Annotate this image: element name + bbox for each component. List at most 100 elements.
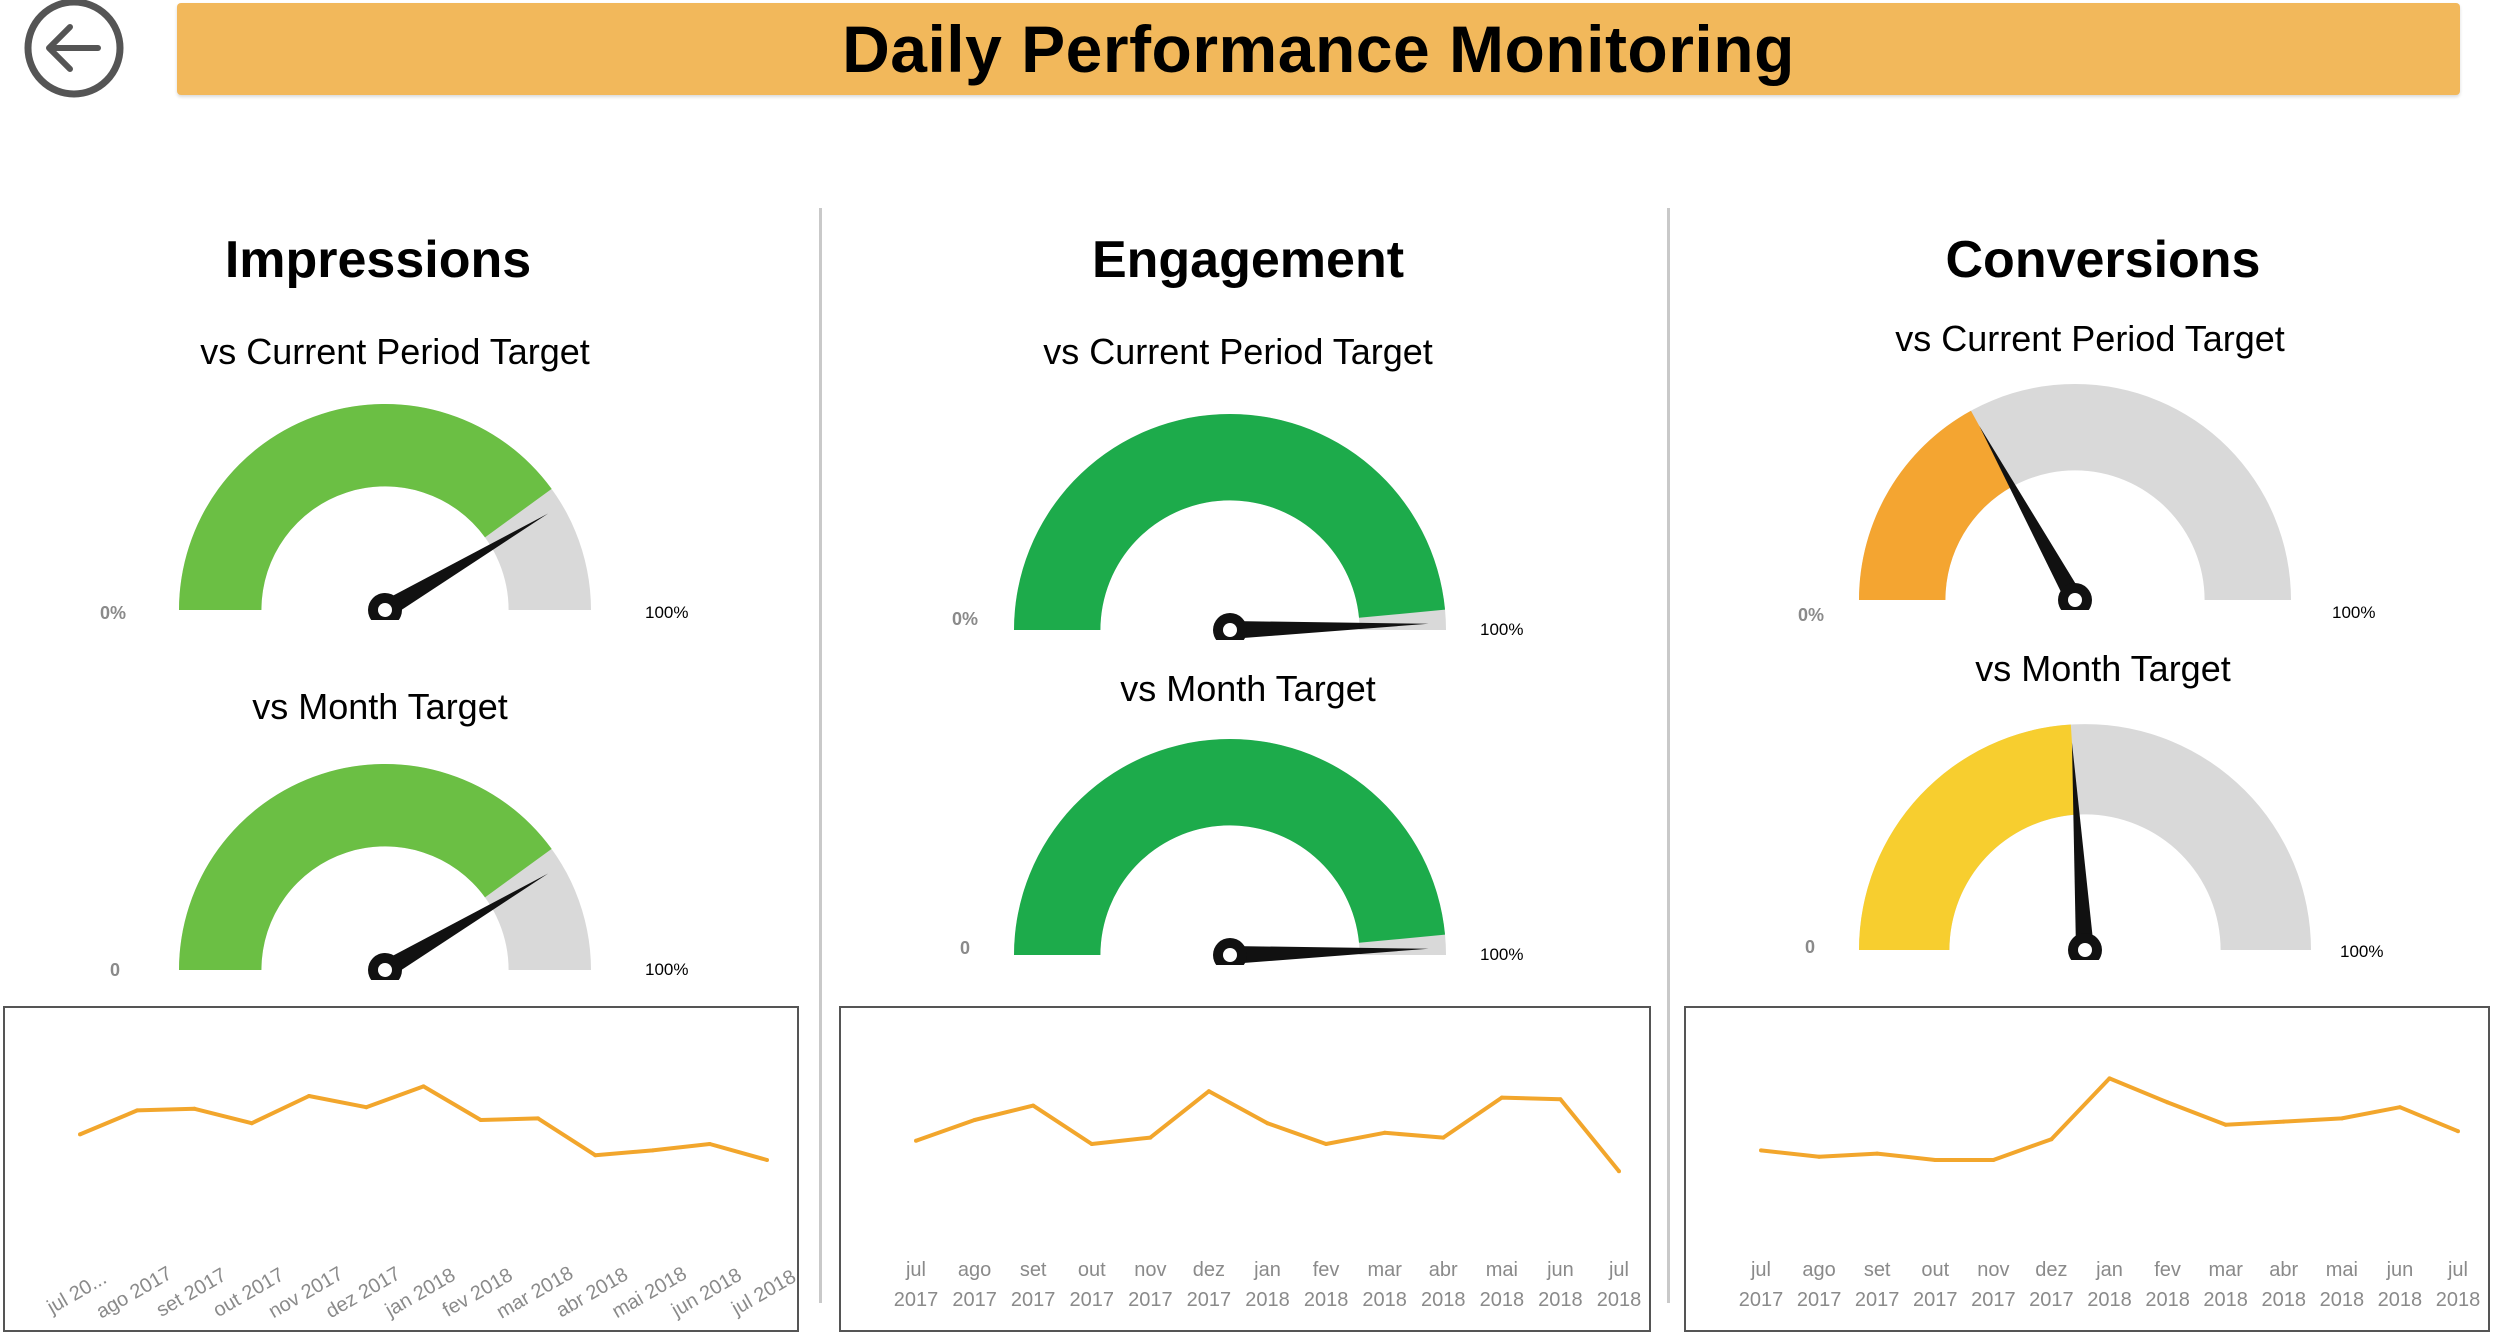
impressions-trend-chart: jul 20... ago 2017 set 2017 out 2017 nov 201… <box>3 1006 800 1332</box>
x-tick-month: dez <box>2035 1259 2067 1281</box>
conversions-current-gauge <box>1859 384 2291 610</box>
trend-point <box>1031 1103 1036 1108</box>
trend-point <box>707 1142 712 1146</box>
gauge-hub-center <box>2078 943 2092 957</box>
x-tick-month: mai <box>2326 1259 2358 1281</box>
gauge-hub-center <box>1223 948 1237 962</box>
engagement-trend-chart: jul 2017 ago 2017 set 2017 out 2017 nov 2017 dez 20… <box>839 1006 1651 1332</box>
trend-point <box>249 1121 254 1126</box>
x-tick-month: out <box>1921 1259 1949 1281</box>
current-target-label: vs Current Period Target <box>200 331 590 372</box>
x-tick-month: set <box>1864 1259 1891 1281</box>
trend-point <box>650 1148 655 1153</box>
x-tick-year: 2017 <box>1855 1289 1900 1311</box>
x-tick-year: 2017 <box>894 1289 939 1311</box>
x-tick-year: 2017 <box>1797 1289 1842 1311</box>
gauge-value-arc <box>179 764 552 970</box>
column-divider <box>1667 208 1670 1303</box>
x-tick-month: jul <box>1608 1259 1629 1281</box>
trend-point <box>135 1108 140 1113</box>
trend-point <box>1148 1135 1153 1140</box>
gauge-min-label: 0 <box>110 960 121 980</box>
x-tick-month: jun <box>2386 1259 2414 1281</box>
x-tick-year: 2017 <box>1187 1289 1232 1311</box>
trend-point <box>1441 1135 1446 1140</box>
trend-point <box>1875 1151 1880 1156</box>
trend-point <box>1499 1095 1504 1100</box>
x-tick-month: jul <box>1750 1259 1771 1281</box>
x-tick-month: dez <box>1193 1259 1225 1281</box>
conversions-trend-chart: jul 2017 ago 2017 set 2017 out 2017 nov 2017 dez 20… <box>1684 1006 2490 1332</box>
impressions-month-gauge <box>179 764 591 980</box>
x-tick-year: 2018 <box>2320 1289 2365 1311</box>
month-target-label: vs Month Target <box>252 686 508 727</box>
trend-point <box>2165 1100 2170 1105</box>
gauge-max-label: 100% <box>1480 945 1524 964</box>
gauge-value-arc <box>179 404 552 610</box>
trend-point <box>1817 1154 1822 1159</box>
trend-point <box>478 1118 483 1122</box>
gauge-hub-center <box>2068 593 2082 607</box>
x-tick-year: 2018 <box>2262 1289 2307 1311</box>
gauge-min-label: 0% <box>100 603 127 623</box>
back-button[interactable] <box>20 0 128 98</box>
trend-line <box>915 1089 1621 1173</box>
gauge-hub-center <box>1223 623 1237 637</box>
x-tick-month: abr <box>2269 1259 2298 1281</box>
gauge-hub-center <box>378 603 392 617</box>
trend-point <box>1991 1158 1996 1162</box>
x-tick-month: out <box>1078 1259 1106 1281</box>
trend-line <box>79 1084 768 1162</box>
x-tick-year: 2018 <box>1245 1289 1290 1311</box>
trend-point <box>1324 1142 1329 1146</box>
engagement-month-gauge <box>1014 738 1446 965</box>
current-target-label: vs Current Period Target <box>1043 331 1433 372</box>
trend-point <box>1759 1148 1763 1153</box>
month-target-label: vs Month Target <box>1120 668 1376 709</box>
x-tick-year: 2018 <box>1304 1289 1349 1311</box>
trend-point <box>536 1116 540 1121</box>
gauge-value-arc <box>1014 738 1446 955</box>
conversions-month-gauge <box>1859 724 2311 960</box>
back-arrow-icon <box>24 0 124 98</box>
x-tick-month: jul <box>905 1259 926 1281</box>
trend-point <box>2107 1076 2112 1081</box>
x-tick-month: jul <box>2447 1259 2468 1281</box>
gauge-min-label: 0 <box>1805 937 1816 957</box>
x-tick-year: 2017 <box>2029 1289 2074 1311</box>
trend-point <box>2049 1137 2054 1142</box>
trend-point <box>2339 1116 2344 1121</box>
trend-point <box>914 1138 918 1143</box>
x-tick-month: mar <box>1367 1259 1402 1281</box>
x-tick-year: 2017 <box>1128 1289 1173 1311</box>
x-tick-month: fev <box>1313 1259 1340 1281</box>
trend-point <box>1089 1142 1094 1146</box>
x-tick-year: 2018 <box>1421 1289 1466 1311</box>
trend-point <box>1382 1130 1387 1135</box>
gauge-max-label: 100% <box>645 603 689 622</box>
x-tick-year: 2018 <box>2203 1289 2248 1311</box>
x-tick-year: 2018 <box>1538 1289 1583 1311</box>
trend-point <box>2456 1129 2460 1134</box>
x-tick-month: mai <box>1486 1259 1518 1281</box>
page-title: Daily Performance Monitoring <box>842 12 1795 86</box>
gauge-max-label: 100% <box>2340 942 2384 961</box>
gauge-min-label: 0% <box>952 609 979 629</box>
trend-point <box>765 1158 769 1162</box>
trend-point <box>307 1094 311 1098</box>
x-tick-year: 2017 <box>1011 1289 1055 1311</box>
trend-point <box>1265 1121 1270 1126</box>
header-bar: Daily Performance Monitoring <box>177 3 2460 95</box>
x-tick-month: ago <box>1802 1259 1835 1281</box>
panel-title-conversions: Conversions <box>1945 231 2261 289</box>
x-tick-year: 2018 <box>1362 1289 1407 1311</box>
trend-point <box>1617 1169 1621 1174</box>
trend-point <box>364 1105 369 1110</box>
x-tick-month: fev <box>2154 1259 2181 1281</box>
gauge-max-label: 100% <box>1480 620 1524 639</box>
x-tick-month: jan <box>2095 1259 2123 1281</box>
gauge-min-label: 0% <box>1798 605 1825 625</box>
trend-point <box>2281 1119 2286 1124</box>
gauge-value-arc <box>1859 724 2077 950</box>
x-tick-year: 2018 <box>1597 1289 1642 1311</box>
